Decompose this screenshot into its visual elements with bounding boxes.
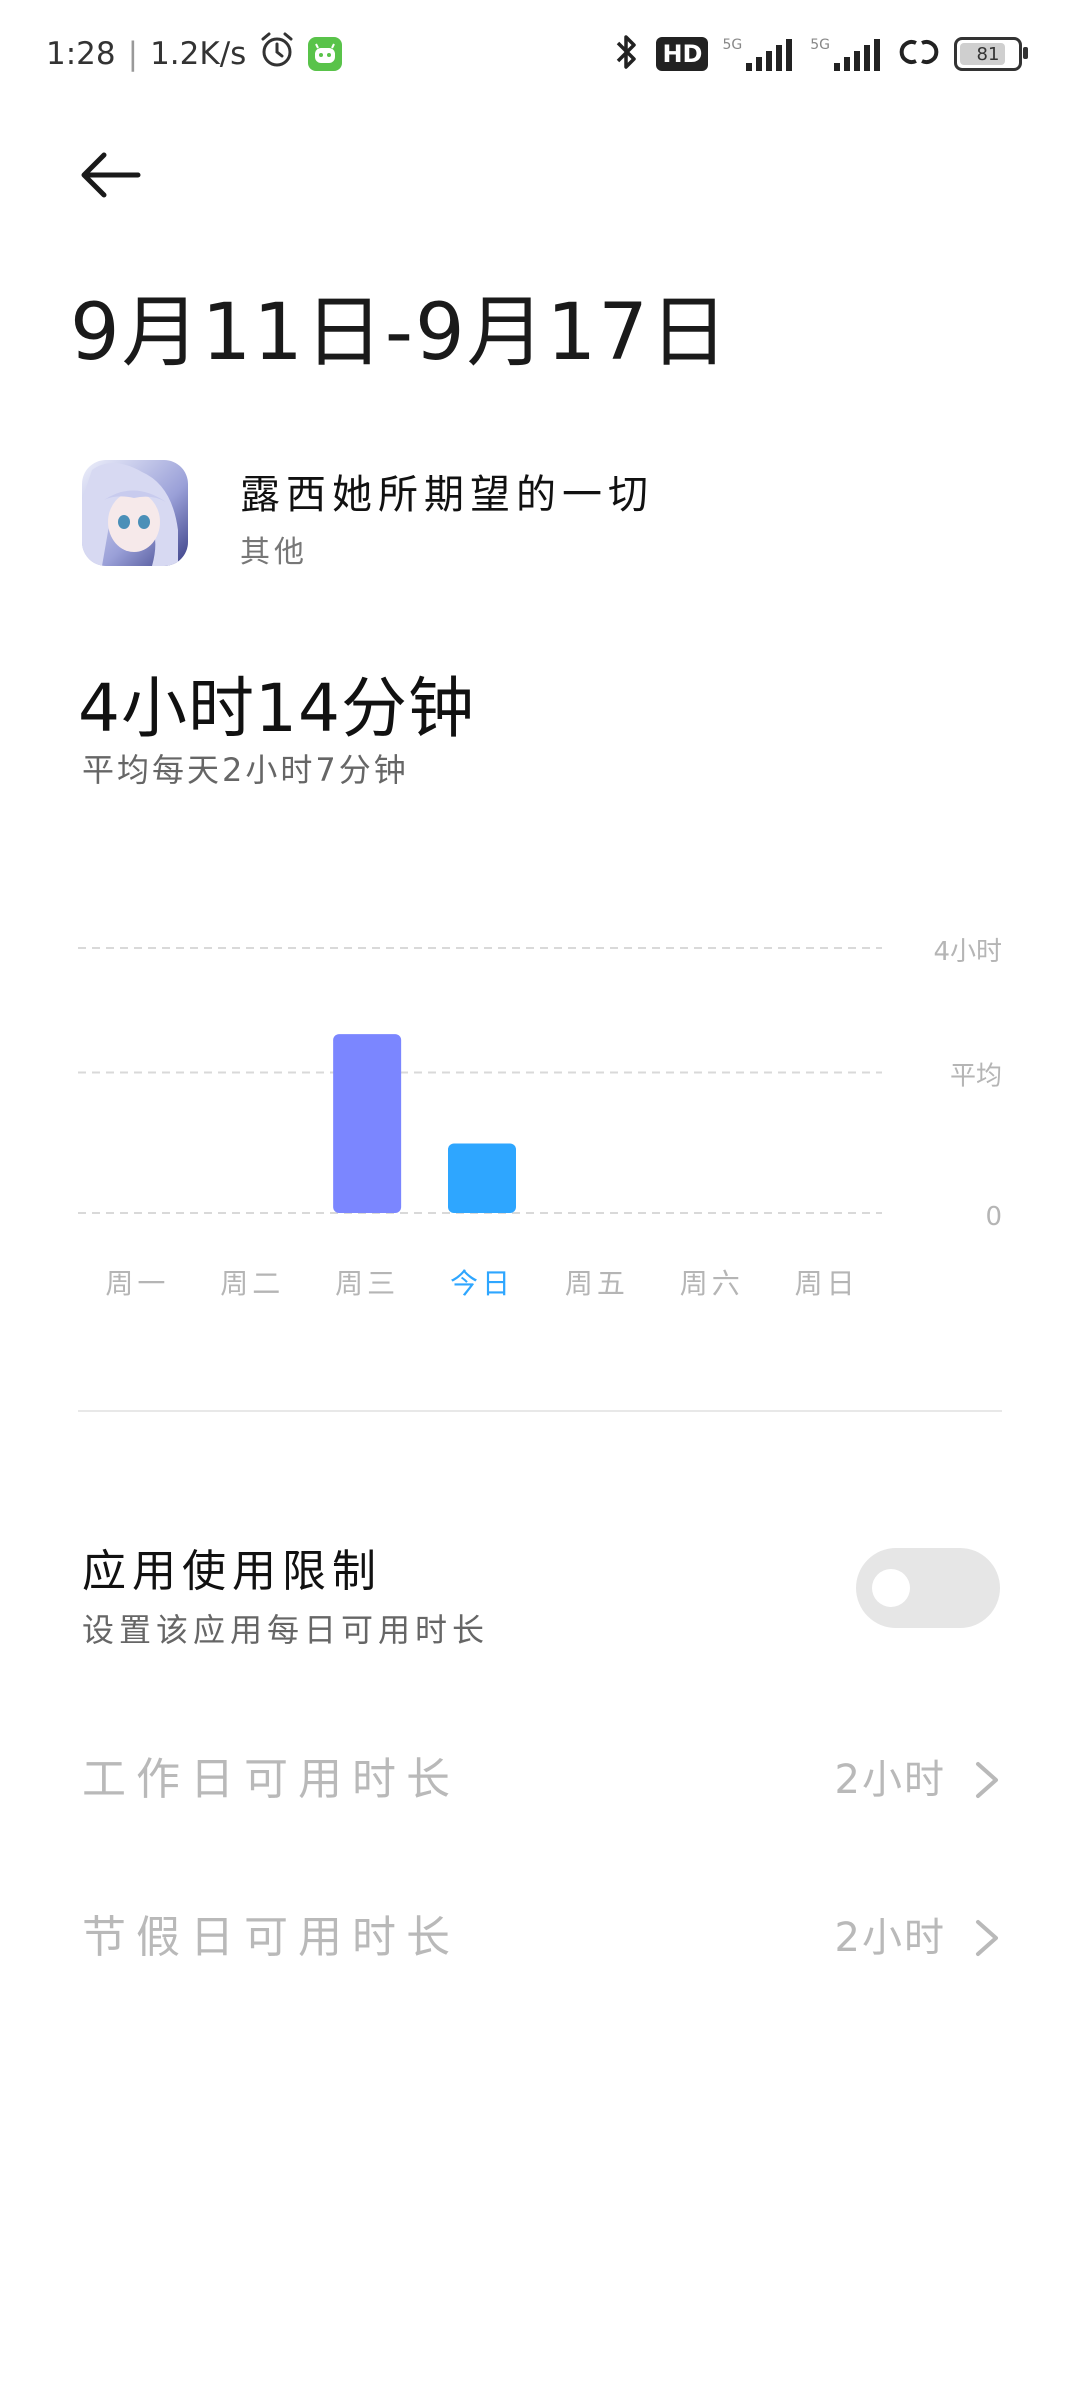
status-separator: | [127, 36, 139, 72]
bluetooth-icon [612, 32, 642, 76]
limit-description: 设置该应用每日可用时长 [82, 1611, 490, 1649]
chart-reference-label: 4小时 [933, 937, 1002, 967]
battery-icon: 81 [954, 37, 1028, 71]
chart-category-label: 周二 [220, 1267, 284, 1300]
status-left: 1:28 | 1.2K/s [46, 30, 343, 78]
holiday-limit-label: 节假日可用时长 [82, 1912, 460, 1963]
chart-category-label: 周三 [335, 1267, 399, 1300]
app-notification-icon [308, 37, 343, 71]
signal-icon: 5G [722, 37, 796, 71]
alarm-icon [258, 31, 296, 77]
usage-chart: 4小时平均 0 周一 周二 周三 今日 周五 周六 周日 [0, 900, 1080, 1330]
back-button[interactable] [70, 135, 150, 215]
link-icon [898, 35, 940, 73]
chart-reference-label: 0 [985, 1202, 1002, 1232]
chart-bar [333, 1034, 402, 1213]
network-type-label: 5G [810, 37, 830, 53]
chart-reference-label: 平均 [950, 1062, 1002, 1092]
app-category: 其他 [240, 535, 308, 570]
network-speed: 1.2K/s [150, 36, 247, 72]
usage-chart-svg: 4小时平均 0 周一 周二 周三 今日 周五 周六 周日 [78, 937, 1002, 1300]
holiday-limit-row[interactable]: 节假日可用时长 2小时 [82, 1898, 1002, 1978]
hd-icon: HD [656, 37, 709, 71]
total-usage-time: 4小时14分钟 [78, 670, 475, 747]
chart-category-label: 周一 [105, 1267, 169, 1300]
chevron-right-icon [976, 1920, 998, 1956]
holiday-limit-value: 2小时 [834, 1915, 946, 1961]
limit-toggle[interactable] [856, 1548, 1000, 1628]
app-name: 露西她所期望的一切 [240, 472, 654, 518]
chevron-right-icon [976, 1762, 998, 1798]
workday-limit-label: 工作日可用时长 [82, 1754, 460, 1805]
chart-category-label: 周日 [795, 1267, 859, 1300]
chart-category-label: 周六 [680, 1267, 744, 1300]
chart-category-label: 今日 [450, 1267, 514, 1300]
network-type-label: 5G [722, 37, 743, 53]
signal-icon: 5G [810, 37, 884, 71]
divider [78, 1410, 1002, 1412]
limit-title: 应用使用限制 [82, 1546, 382, 1597]
toggle-knob [872, 1569, 910, 1607]
chart-bar [448, 1143, 516, 1213]
workday-limit-value: 2小时 [834, 1757, 946, 1803]
status-time: 1:28 [46, 36, 116, 72]
status-right: HD 5G 5G 81 [612, 30, 1028, 78]
workday-limit-row[interactable]: 工作日可用时长 2小时 [82, 1740, 1002, 1820]
chart-category-label: 周五 [565, 1267, 629, 1300]
average-usage-text: 平均每天2小时7分钟 [82, 751, 409, 789]
back-arrow-icon [81, 152, 141, 198]
battery-percent: 81 [976, 43, 1000, 65]
app-icon [82, 460, 188, 566]
status-bar: 1:28 | 1.2K/s HD 5G 5G 81 [0, 0, 1080, 100]
page-title: 9月11日-9月17日 [70, 288, 730, 378]
